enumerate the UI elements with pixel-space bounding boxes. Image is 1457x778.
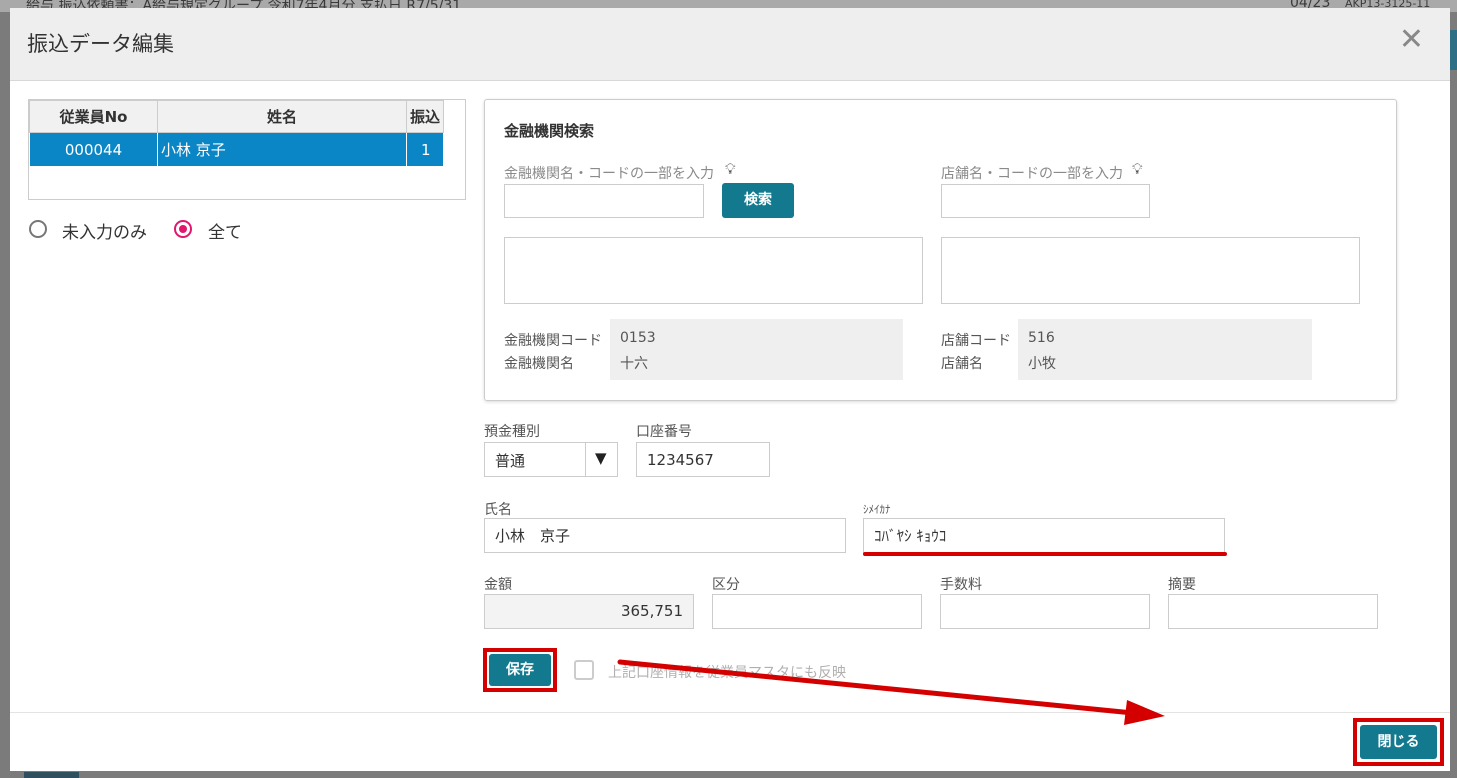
account-number-label: 口座番号 (636, 424, 692, 440)
bank-search-input[interactable] (504, 184, 704, 218)
lightbulb-icon[interactable]: 💡︎ (725, 160, 736, 178)
reflect-master-label[interactable]: 上記口座情報を従業員マスタにも反映 (608, 662, 846, 682)
branch-info-readonly: 516 小牧 (1018, 319, 1312, 382)
amount-label: 金額 (484, 577, 512, 593)
account-type-select[interactable]: 普通 ▼ (484, 442, 618, 477)
search-button[interactable]: 検索 (722, 183, 794, 218)
branch-name-value: 小牧 (1028, 356, 1056, 372)
background-side-tab (1449, 30, 1457, 70)
column-header-transfer[interactable]: 振込 (406, 100, 444, 133)
column-header-employee-no[interactable]: 従業員No (29, 100, 158, 133)
cell-employee-no[interactable]: 000044 (29, 132, 158, 167)
branch-code-value: 516 (1028, 330, 1055, 346)
employee-table: 従業員No 姓名 振込 000044 小林 京子 1 (29, 100, 444, 167)
radio-unentered-only-label[interactable]: 未入力のみ (62, 218, 147, 243)
amount-field: 365,751 (484, 594, 694, 629)
reflect-master-checkbox[interactable] (574, 660, 594, 680)
holder-name-label: 氏名 (484, 502, 512, 518)
category-label: 区分 (712, 577, 740, 593)
employee-list: 従業員No 姓名 振込 000044 小林 京子 1 (28, 99, 466, 200)
bank-name-value: 十六 (620, 356, 648, 372)
table-row[interactable]: 000044 小林 京子 1 (29, 132, 444, 167)
background-footer-block (24, 772, 79, 778)
transfer-edit-dialog: 振込データ編集 ✕ 従業員No 姓名 振込 000044 小林 京子 1 未入力… (10, 8, 1450, 771)
branch-result-list[interactable] (941, 237, 1360, 304)
bank-input-label: 金融機関名・コードの一部を入力 (504, 166, 714, 182)
close-button[interactable]: 閉じる (1360, 725, 1437, 759)
account-type-value: 普通 (495, 452, 526, 470)
column-header-name[interactable]: 姓名 (157, 100, 407, 133)
account-type-label: 預金種別 (484, 424, 540, 440)
holder-kana-label: ｼﾒｲｶﾅ (863, 503, 891, 516)
radio-unentered-only[interactable] (29, 220, 47, 238)
dialog-header: 振込データ編集 ✕ (10, 8, 1450, 81)
fee-label: 手数料 (940, 577, 982, 593)
lightbulb-icon[interactable]: 💡︎ (1132, 160, 1143, 178)
category-input[interactable] (712, 594, 922, 629)
footer-divider (10, 712, 1450, 713)
branch-search-input[interactable] (941, 184, 1150, 218)
radio-all[interactable] (174, 220, 192, 238)
annotation-underline (863, 552, 1227, 556)
cell-name[interactable]: 小林 京子 (157, 132, 407, 167)
bank-search-title: 金融機関検索 (504, 122, 595, 140)
close-icon[interactable]: ✕ (1399, 25, 1424, 55)
holder-name-input[interactable] (484, 518, 846, 553)
bank-name-label: 金融機関名 (504, 356, 574, 372)
account-number-input[interactable] (636, 442, 770, 477)
memo-label: 摘要 (1168, 577, 1196, 593)
branch-input-label: 店舗名・コードの一部を入力 (941, 166, 1123, 182)
bank-result-list[interactable] (504, 237, 923, 304)
bank-info-readonly: 0153 十六 (610, 319, 903, 382)
branch-code-label: 店舗コード (941, 333, 1011, 349)
cell-transfer[interactable]: 1 (406, 132, 444, 167)
table-header-row: 従業員No 姓名 振込 (29, 100, 444, 133)
fee-input[interactable] (940, 594, 1150, 629)
save-button[interactable]: 保存 (489, 654, 551, 686)
bank-code-value: 0153 (620, 330, 656, 346)
memo-input[interactable] (1168, 594, 1378, 629)
dialog-title: 振込データ編集 (27, 32, 174, 56)
select-divider (585, 443, 586, 476)
bank-code-label: 金融機関コード (504, 333, 602, 349)
dropdown-arrow-icon[interactable]: ▼ (595, 449, 607, 467)
bank-search-panel: 金融機関検索 金融機関名・コードの一部を入力 💡︎ 検索 店舗名・コードの一部を… (484, 99, 1397, 401)
radio-all-label[interactable]: 全て (208, 218, 242, 243)
branch-name-label: 店舗名 (941, 356, 983, 372)
holder-kana-input[interactable] (863, 518, 1225, 553)
